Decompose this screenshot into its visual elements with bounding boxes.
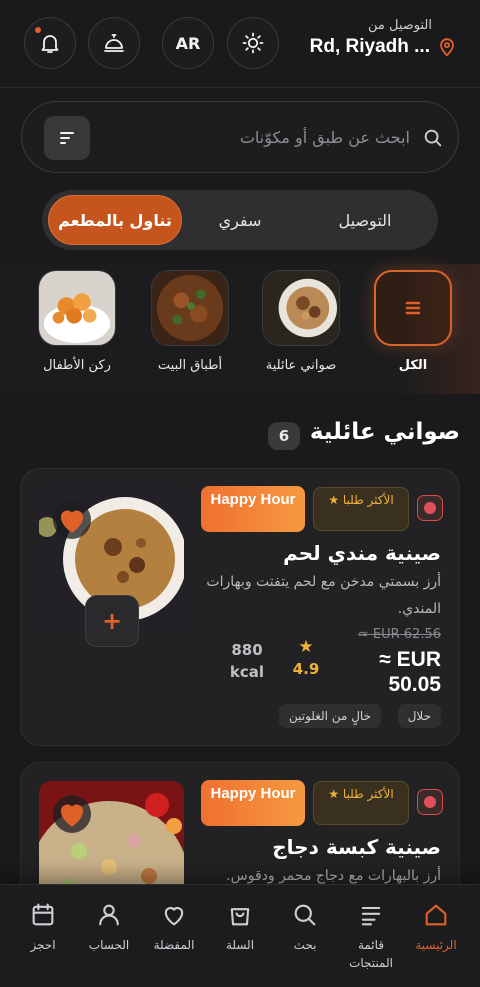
nav-home[interactable]: الرئيسية [403, 901, 469, 954]
product-title: صينية كبسة دجاج [272, 835, 441, 859]
search-icon [424, 129, 442, 147]
happy-hour-badge: Happy Hour [201, 486, 305, 532]
menu-list-icon [361, 906, 381, 926]
product-card[interactable]: + ★ الأكثر طلبا Happy Hour صينية مندي لح… [20, 468, 460, 746]
kids-corner-image [38, 270, 116, 346]
product-description: أرز بسمتي مدخن مع لحم يتفتت وبهارات المن… [206, 574, 441, 617]
rating-value: 4.9 [292, 660, 320, 678]
language-button[interactable]: AR [162, 17, 214, 69]
product-title: صينية مندي لحم [283, 541, 441, 565]
search-bar[interactable]: ابحث عن طبق أو مكوّنات [21, 101, 459, 173]
category-strip: الكل صواني عائلية أطباق البيت ركن الأطفا… [0, 264, 480, 394]
theme-toggle-button[interactable] [227, 17, 279, 69]
product-calories: 880 kcal [229, 641, 265, 681]
category-family-trays-label: صواني عائلية [265, 358, 337, 373]
category-all[interactable]: الكل [373, 270, 453, 373]
nav-reserve[interactable]: احجز [10, 901, 76, 954]
home-dishes-image [151, 270, 229, 346]
category-kids-corner-label: ركن الأطفال [43, 358, 111, 373]
nav-reserve-label: احجز [30, 938, 56, 952]
product-old-price: ≈ EUR 62.56 [357, 627, 441, 642]
add-to-cart-button[interactable]: + [85, 595, 139, 647]
nav-search-label: بحث [293, 938, 317, 952]
family-tray-image [262, 270, 340, 346]
search-icon [294, 904, 316, 926]
star-icon: ★ [298, 637, 314, 657]
filter-button[interactable] [44, 116, 90, 160]
nav-cart[interactable]: السلة [207, 901, 273, 954]
order-mode-switch: التوصيل سفري تناول بالمطعم [42, 190, 438, 250]
nav-cart-label: السلة [225, 938, 255, 952]
search-input[interactable]: ابحث عن طبق أو مكوّنات [240, 128, 410, 147]
halal-indicator-icon [417, 789, 443, 815]
heart-icon [164, 907, 184, 926]
category-home-dishes[interactable]: أطباق البيت [150, 270, 230, 373]
mode-takeaway-tab[interactable]: سفري [173, 195, 307, 245]
halal-indicator-icon [417, 495, 443, 521]
happy-hour-badge: Happy Hour [201, 780, 305, 826]
nav-search[interactable]: بحث [272, 901, 338, 954]
mode-delivery-tab[interactable]: التوصيل [298, 195, 432, 245]
notifications-button[interactable] [24, 17, 76, 69]
product-price: ≈ EUR 50.05 [379, 648, 441, 696]
delivery-address: Rd, Riyadh ... [309, 36, 430, 57]
home-icon [425, 904, 447, 926]
cart-icon [230, 908, 250, 926]
best-seller-badge: ★ الأكثر طلبا [313, 781, 409, 825]
notification-dot [35, 27, 41, 33]
sun-icon [242, 32, 264, 54]
nav-product-menu[interactable]: قائمة المنتجات [338, 901, 404, 972]
waiter-service-button[interactable] [88, 17, 140, 69]
cloche-icon [104, 34, 124, 52]
best-seller-badge: ★ الأكثر طلبا [313, 487, 409, 531]
app-header: AR التوصيل من Rd, Riyadh ... [0, 0, 480, 88]
bottom-navigation: الرئيسية قائمة المنتجات بحث السلة المفضل… [0, 884, 480, 987]
favorite-button[interactable] [53, 501, 91, 539]
section-count-badge: 6 [268, 422, 300, 450]
category-kids-corner[interactable]: ركن الأطفال [37, 270, 117, 373]
heart-filled-icon [60, 510, 84, 533]
tag-halal: حلال [397, 704, 441, 728]
tag-gluten-free: خالٍ من الغلوتين [278, 704, 381, 728]
nav-home-label: الرئيسية [415, 938, 457, 952]
nav-account-label: الحساب [88, 938, 130, 952]
section-title: صواني عائلية [309, 419, 460, 445]
location-pin-icon [440, 38, 454, 57]
language-label: AR [175, 33, 201, 53]
nav-favorites[interactable]: المفضلة [141, 901, 207, 954]
menu-lines-icon [405, 301, 421, 315]
nav-favorites-label: المفضلة [153, 938, 195, 952]
calendar-icon [32, 903, 54, 926]
nav-account[interactable]: الحساب [76, 901, 142, 954]
product-rating: ★ 4.9 [289, 637, 323, 678]
sort-icon [60, 132, 74, 144]
heart-filled-icon [60, 804, 84, 827]
favorite-button[interactable] [53, 795, 91, 833]
bell-icon [41, 35, 59, 53]
delivery-label: التوصيل من [367, 18, 432, 33]
category-all-tile [374, 270, 452, 346]
user-icon [99, 904, 119, 926]
mode-dine-in-tab[interactable]: تناول بالمطعم [48, 195, 182, 245]
category-all-label: الكل [398, 358, 428, 373]
nav-product-menu-label: قائمة المنتجات [349, 938, 393, 970]
category-home-dishes-label: أطباق البيت [157, 358, 223, 373]
category-family-trays[interactable]: صواني عائلية [261, 270, 341, 373]
plus-icon: + [101, 607, 123, 635]
delivery-location[interactable]: التوصيل من Rd, Riyadh ... [310, 18, 458, 58]
